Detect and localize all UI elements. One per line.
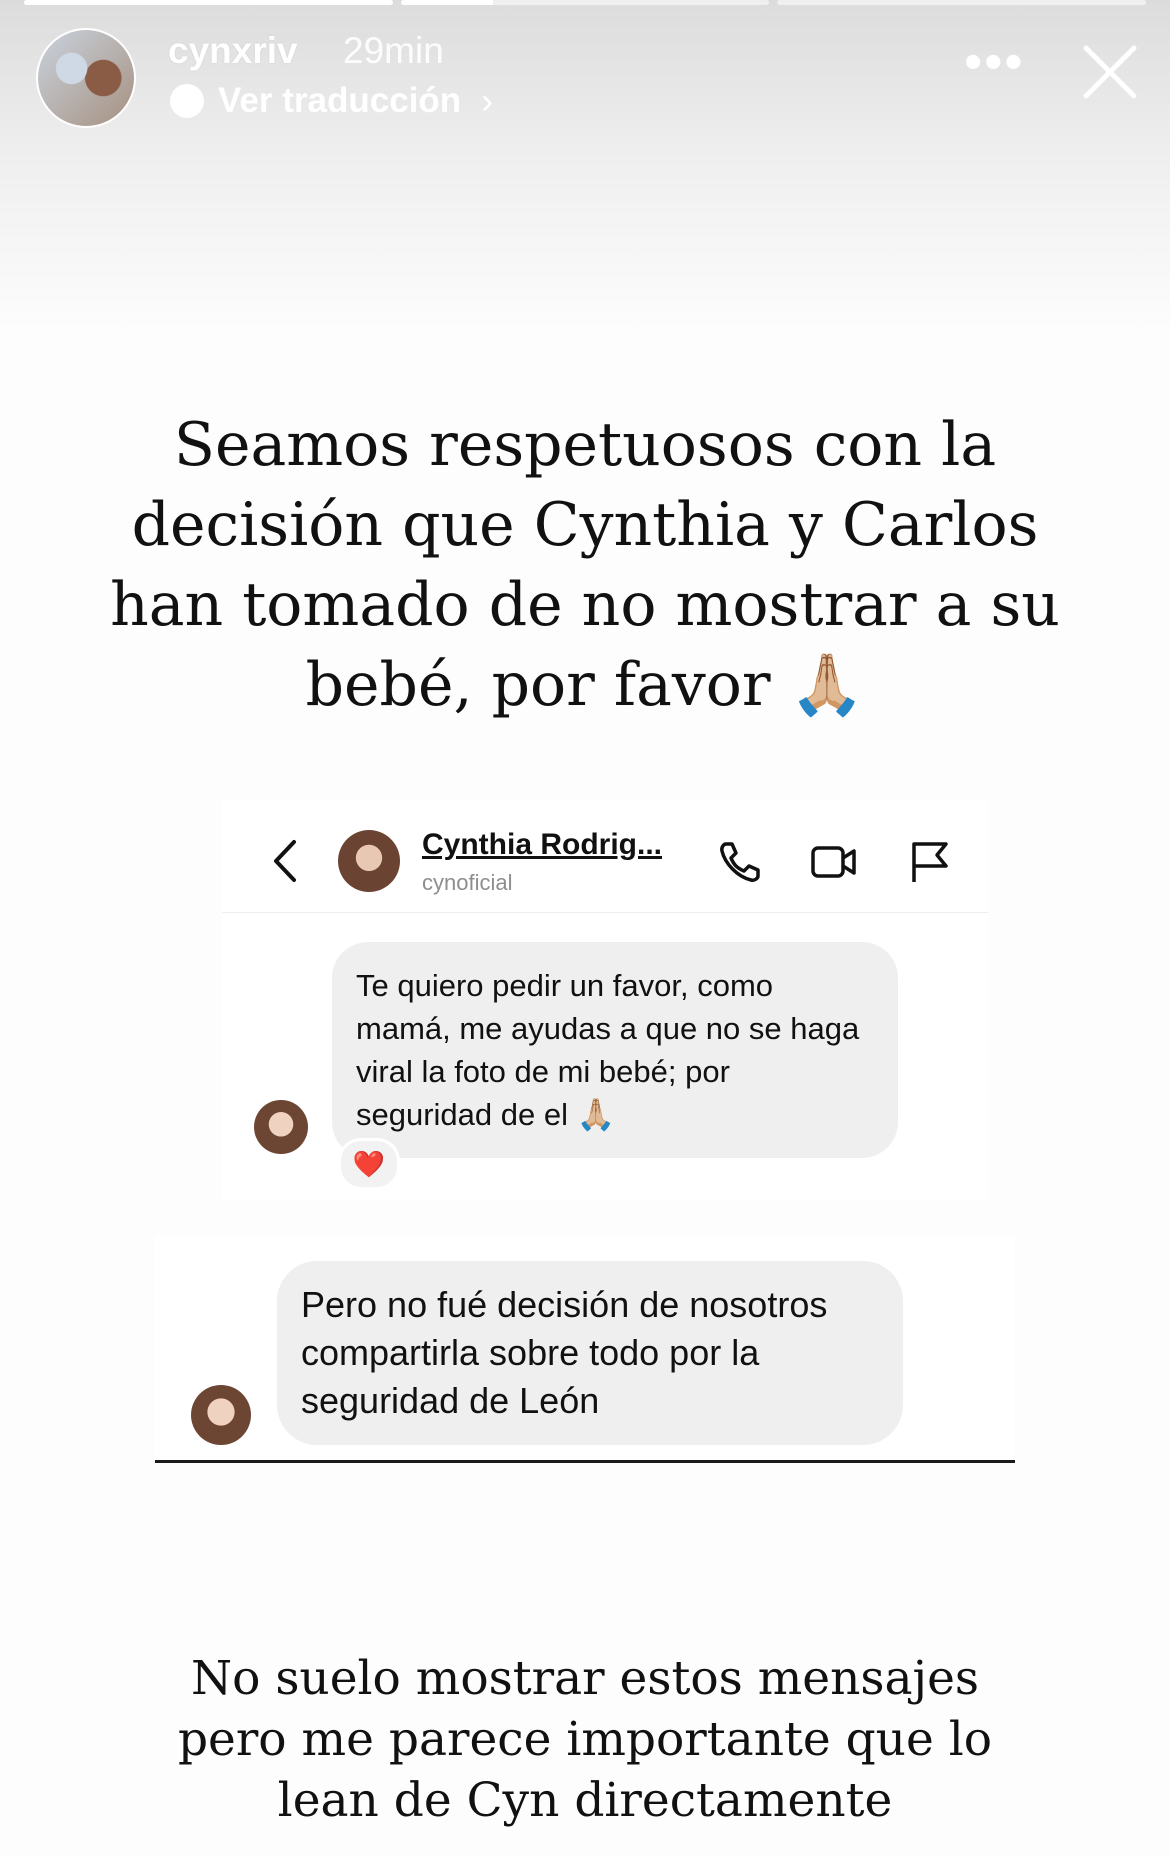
dm-screenshot-card: Cynthia Rodrig... cynoficial Te quiero p…: [222, 800, 988, 1200]
more-options-icon[interactable]: •••: [964, 36, 1025, 88]
progress-segment: [400, 0, 770, 5]
close-icon[interactable]: [1078, 40, 1142, 104]
progress-segment: [24, 0, 393, 5]
translate-icon: [170, 84, 204, 118]
video-call-icon[interactable]: [810, 838, 858, 886]
dm-header: Cynthia Rodrig... cynoficial: [222, 800, 988, 913]
sender-avatar: [254, 1100, 308, 1154]
story-time: 29min: [343, 30, 444, 71]
message-bubble[interactable]: Te quiero pedir un favor, como mamá, me …: [332, 942, 898, 1158]
contact-handle: cynoficial: [422, 870, 513, 895]
contact-avatar[interactable]: [338, 830, 400, 892]
message-bubble[interactable]: Pero no fué decisión de nosotros compart…: [277, 1261, 903, 1445]
story-progress-bar: [24, 0, 1147, 5]
dm-screenshot-card-2: Pero no fué decisión de nosotros compart…: [155, 1235, 1015, 1463]
contact-name[interactable]: Cynthia Rodrig...: [422, 828, 662, 862]
story-headline: Seamos respetuosos con la decisión que C…: [110, 410, 1060, 720]
progress-segment: [777, 0, 1147, 5]
translate-link[interactable]: Ver traducción ›: [170, 80, 493, 122]
phone-icon[interactable]: [716, 838, 764, 886]
profile-avatar[interactable]: [36, 28, 136, 128]
story-username[interactable]: cynxriv: [168, 30, 298, 72]
chevron-right-icon: ›: [481, 80, 494, 121]
sender-avatar: [191, 1385, 251, 1445]
flag-icon[interactable]: [906, 838, 954, 886]
translate-label: Ver traducción: [218, 81, 462, 120]
heart-reaction[interactable]: ❤️: [338, 1138, 400, 1190]
back-chevron-icon[interactable]: [270, 838, 300, 884]
story-footer-text: No suelo mostrar estos mensajes pero me …: [177, 1651, 993, 1828]
